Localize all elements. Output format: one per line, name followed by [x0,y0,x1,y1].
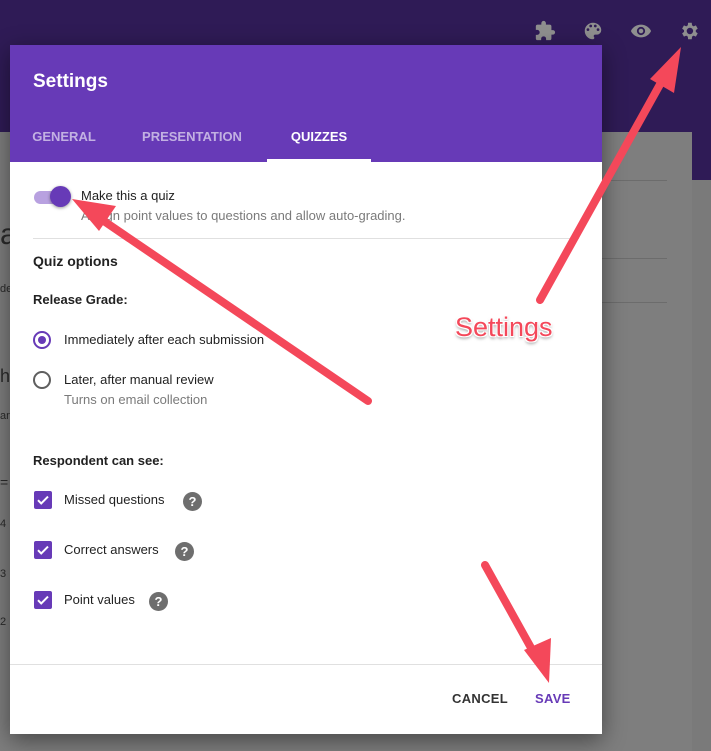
help-icon[interactable]: ? [175,542,194,561]
bg-text-fragment: 3 [0,568,7,580]
eye-icon[interactable] [628,18,654,44]
radio-immediately-label[interactable]: Immediately after each submission [64,332,264,347]
bg-text-fragment: 4 [0,518,7,530]
settings-dialog: Settings GENERAL PRESENTATION QUIZZES Ma… [10,45,602,734]
checkbox-correct-answers[interactable] [34,541,52,559]
tab-quizzes[interactable]: QUIZZES [267,116,371,162]
gear-icon[interactable] [676,18,702,44]
bg-divider [602,302,667,303]
help-icon[interactable]: ? [183,492,202,511]
footer-divider [10,664,602,665]
dialog-header: Settings GENERAL PRESENTATION QUIZZES [10,45,602,162]
section-divider [33,238,579,239]
quiz-toggle-thumb[interactable] [50,186,71,207]
checkbox-point-values[interactable] [34,591,52,609]
missed-questions-label[interactable]: Missed questions [64,492,164,507]
cancel-button[interactable]: CANCEL [452,691,508,706]
bg-divider [602,180,667,181]
point-values-label[interactable]: Point values [64,592,135,607]
annotation-label: Settings [455,312,553,342]
radio-later[interactable] [33,371,51,389]
puzzle-icon[interactable] [532,18,558,44]
checkbox-missed-questions[interactable] [34,491,52,509]
radio-immediately[interactable] [33,331,51,349]
radio-later-sublabel: Turns on email collection [64,392,208,407]
respondent-can-see-heading: Respondent can see: [33,453,164,468]
tab-general[interactable]: GENERAL [20,116,108,162]
help-icon[interactable]: ? [149,592,168,611]
tab-bar: GENERAL PRESENTATION QUIZZES [10,116,602,162]
save-button[interactable]: SAVE [535,691,571,706]
correct-answers-label[interactable]: Correct answers [64,542,159,557]
bg-text-fragment: 2 [0,616,7,628]
dialog-title: Settings [33,71,108,92]
make-quiz-label: Make this a quiz [81,188,175,203]
check-icon [37,595,49,605]
check-icon [37,495,49,505]
palette-icon[interactable] [580,18,606,44]
check-icon [37,545,49,555]
quiz-options-heading: Quiz options [33,253,118,269]
tab-presentation[interactable]: PRESENTATION [128,116,256,162]
bg-divider [602,258,667,259]
radio-later-label[interactable]: Later, after manual review [64,372,214,387]
release-grade-heading: Release Grade: [33,292,128,307]
make-quiz-description: Assign point values to questions and all… [81,208,406,223]
bg-text-fragment: = [0,474,9,490]
